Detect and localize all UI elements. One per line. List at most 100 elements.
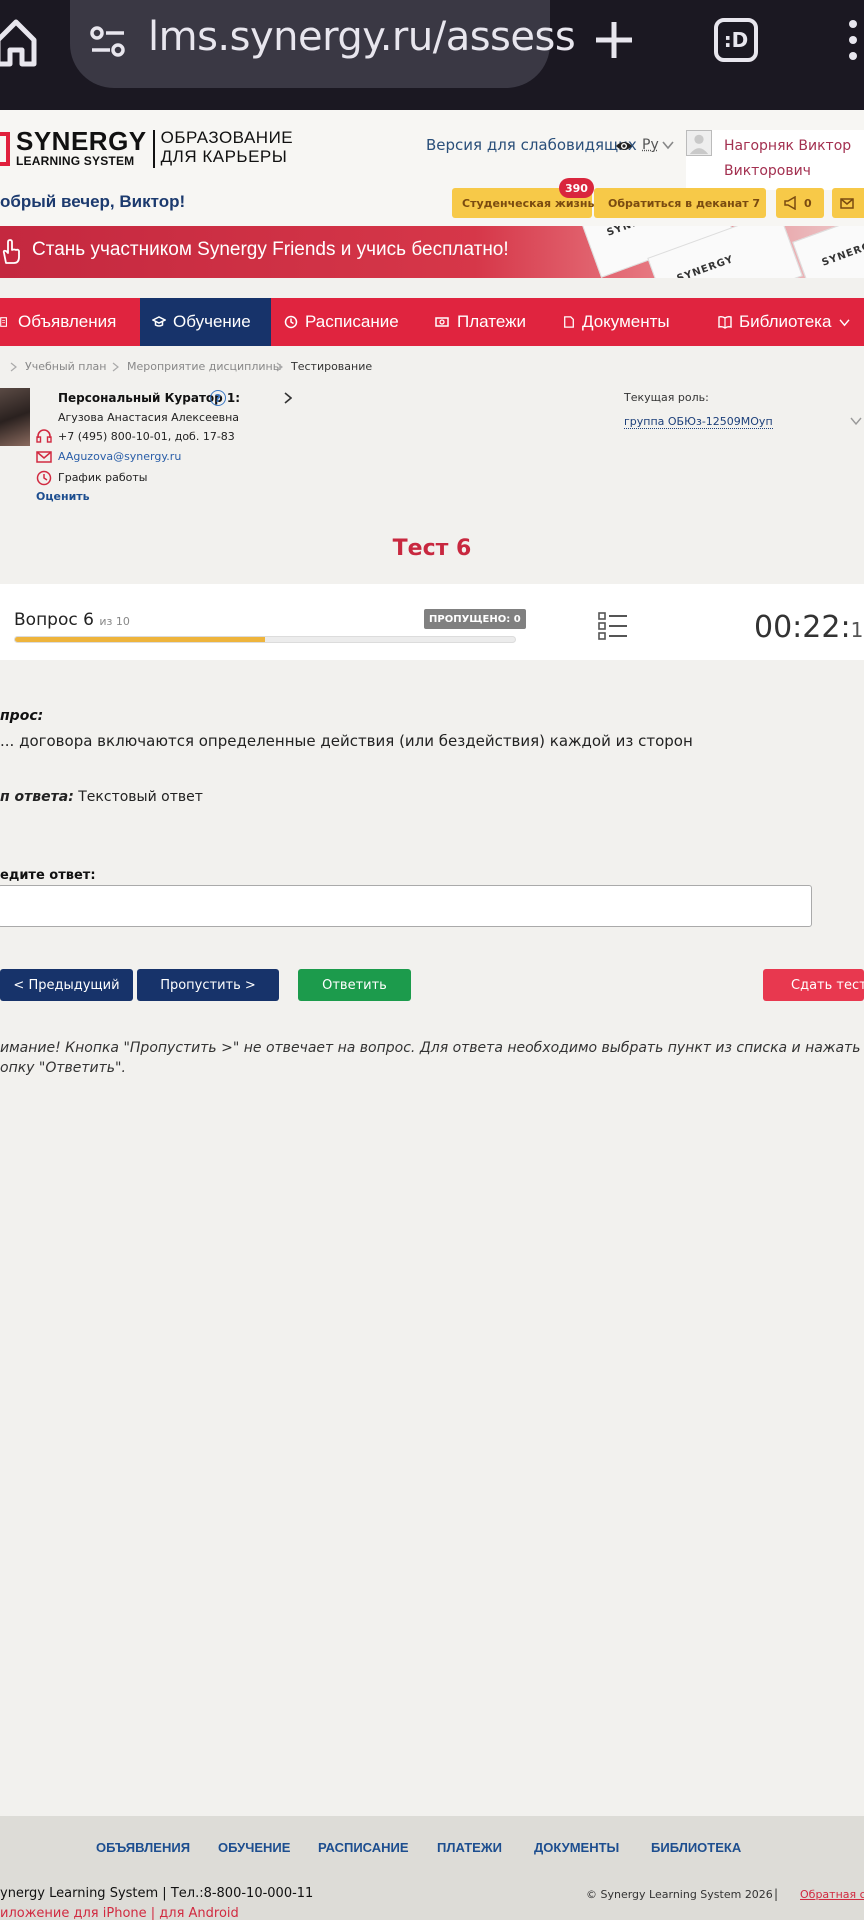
nav-payments-label: Платежи [457, 312, 526, 331]
list-icon [0, 317, 7, 327]
graduation-cap-icon [152, 316, 166, 327]
nav-learning[interactable]: Обучение [140, 298, 271, 346]
synergy-logo[interactable]: SYNERGY LEARNING SYSTEM ОБРАЗОВАНИЕ ДЛЯ … [0, 128, 293, 168]
logo-tagline-line1: ОБРАЗОВАНИЕ [160, 128, 294, 147]
curator-phone[interactable]: +7 (495) 800-10-01, доб. 17-83 [58, 430, 235, 443]
footer-nav-schedule[interactable]: РАСПИСАНИЕ [318, 1840, 409, 1855]
more-menu-icon[interactable] [848, 18, 858, 62]
home-icon[interactable] [0, 14, 38, 70]
answer-type-value: Текстовый ответ [73, 789, 203, 805]
answer-button[interactable]: Ответить [298, 969, 411, 1001]
new-tab-icon[interactable] [592, 18, 636, 62]
footer-feedback-link[interactable]: Обратная св [800, 1888, 864, 1901]
nav-payments[interactable]: Платежи [434, 298, 526, 346]
curator-photo [0, 388, 30, 446]
logo-divider [152, 130, 155, 168]
money-icon [435, 317, 449, 327]
question-number: Вопрос 6 из 10 [14, 610, 130, 630]
messages-button[interactable] [832, 188, 864, 218]
nav-documents-label: Документы [582, 312, 670, 331]
rate-curator-link[interactable]: Оценить [36, 490, 90, 503]
answer-input[interactable] [0, 885, 812, 927]
avatar[interactable] [686, 130, 712, 156]
address-bar[interactable]: lms.synergy.ru/assess [70, 0, 576, 88]
announcements-counter-button[interactable]: 0 [776, 188, 824, 218]
curator-email-link[interactable]: AAguzova@synergy.ru [58, 450, 181, 463]
megaphone-icon [784, 196, 796, 210]
contact-dean-label: Обратиться в деканат 7 [608, 196, 761, 210]
tab-switcher-button[interactable]: :D [714, 18, 758, 62]
footer-app-links[interactable]: иложение для iPhone | для Android [0, 1906, 239, 1920]
curator-name: Агузова Анастасия Алексеевна [58, 411, 240, 424]
footer-nav-announcements[interactable]: ОБЪЯВЛЕНИЯ [96, 1840, 190, 1855]
footer-nav-documents[interactable]: ДОКУМЕНТЫ [534, 1840, 619, 1855]
promo-tile: SYNERGY [792, 226, 864, 278]
current-role-select[interactable]: группа ОБЮз-12509МОуп [624, 415, 773, 429]
skipped-badge: ПРОПУЩЕНО: 0 [424, 609, 526, 629]
nav-library[interactable]: Библиотека [718, 298, 850, 346]
question-label: прос: [0, 708, 44, 724]
greeting: обрый вечер, Виктор! [0, 192, 186, 211]
breadcrumb-item[interactable]: Мероприятие дисциплины [127, 360, 281, 373]
curator-schedule-link[interactable]: График работы [58, 471, 147, 484]
chevron-down-icon[interactable] [850, 417, 862, 425]
chevron-right-icon [276, 362, 283, 372]
footer: ОБЪЯВЛЕНИЯ ОБУЧЕНИЕ РАСПИСАНИЕ ПЛАТЕЖИ Д… [0, 1816, 864, 1920]
answer-label: едите ответ: [0, 868, 96, 883]
progress-bar [14, 636, 516, 643]
question-number-label: Вопрос 6 [14, 610, 94, 630]
footer-nav-library[interactable]: БИБЛИОТЕКА [651, 1840, 741, 1855]
footer-nav-payments[interactable]: ПЛАТЕЖИ [437, 1840, 502, 1855]
chevron-down-icon[interactable] [662, 140, 674, 150]
logo-brand-line1: SYNERGY [16, 126, 147, 156]
chevron-right-icon [10, 362, 17, 372]
skip-button[interactable]: Пропустить > [137, 969, 279, 1001]
promo-banner[interactable]: Стань участником Synergy Friends и учись… [0, 226, 864, 278]
eye-icon[interactable] [615, 139, 633, 153]
clock-icon [284, 315, 298, 329]
footer-nav-learning[interactable]: ОБУЧЕНИЕ [218, 1840, 290, 1855]
skip-warning: имание! Кнопка "Пропустить >" не отвечае… [0, 1040, 861, 1076]
mail-icon [840, 198, 854, 209]
promo-tile-text: SYNERGY [675, 253, 736, 278]
progress-fill [15, 637, 265, 642]
notification-badge: 390 [559, 178, 594, 198]
countdown-timer: 00:22:14 [754, 610, 864, 645]
nav-schedule[interactable]: Расписание [284, 298, 399, 346]
nav-schedule-label: Расписание [305, 312, 399, 331]
user-menu[interactable]: Нагорняк Виктор Викторович [686, 130, 864, 190]
site-settings-icon[interactable] [88, 22, 128, 62]
nav-learning-label: Обучение [173, 312, 251, 331]
main-navigation: Объявления Обучение Расписание Платежи Д… [0, 298, 864, 346]
footer-company-phone: ynergy Learning System | Тел.:8-800-10-0… [0, 1886, 314, 1901]
promo-text: Стань участником Synergy Friends и учись… [32, 239, 509, 260]
nav-announcements[interactable]: Объявления [0, 298, 116, 346]
footer-copyright: © Synergy Learning System 2026 [586, 1888, 773, 1901]
user-name[interactable]: Нагорняк Виктор Викторович [724, 134, 864, 184]
logo-mark [0, 132, 10, 166]
question-list-icon[interactable] [598, 612, 628, 640]
chevron-right-icon[interactable] [284, 392, 292, 404]
timer-seconds: 14 [850, 618, 864, 642]
student-life-label: Студенческая жизнь [462, 196, 595, 210]
help-icon[interactable]: ? [210, 390, 226, 406]
question-status-bar: Вопрос 6 из 10 ПРОПУЩЕНО: 0 00:22:14 [0, 584, 864, 660]
timer-main: 00:22: [754, 610, 851, 645]
logo-tagline-line2: ДЛЯ КАРЬЕРЫ [160, 147, 288, 166]
nav-announcements-label: Объявления [18, 312, 117, 331]
document-icon [564, 316, 574, 328]
promo-tile-text: SYNERGY [606, 226, 666, 239]
browser-toolbar: lms.synergy.ru/assess :D [0, 0, 864, 110]
pointer-hand-icon [2, 239, 20, 264]
chevron-right-icon [112, 362, 119, 372]
chevron-down-icon [839, 318, 850, 326]
language-selector[interactable]: Ру [642, 137, 659, 153]
previous-button[interactable]: < Предыдущий [0, 969, 133, 1001]
contact-dean-button[interactable]: Обратиться в деканат 7 [594, 188, 766, 218]
nav-documents[interactable]: Документы [563, 298, 670, 346]
accessible-version-link[interactable]: Версия для слабовидящих [426, 136, 637, 154]
answer-type-label: п ответа: [0, 789, 74, 805]
logo-brand-line2: LEARNING SYSTEM [16, 154, 135, 168]
finish-test-button[interactable]: Сдать тест [763, 969, 864, 1001]
breadcrumb-item[interactable]: Учебный план [25, 360, 106, 373]
